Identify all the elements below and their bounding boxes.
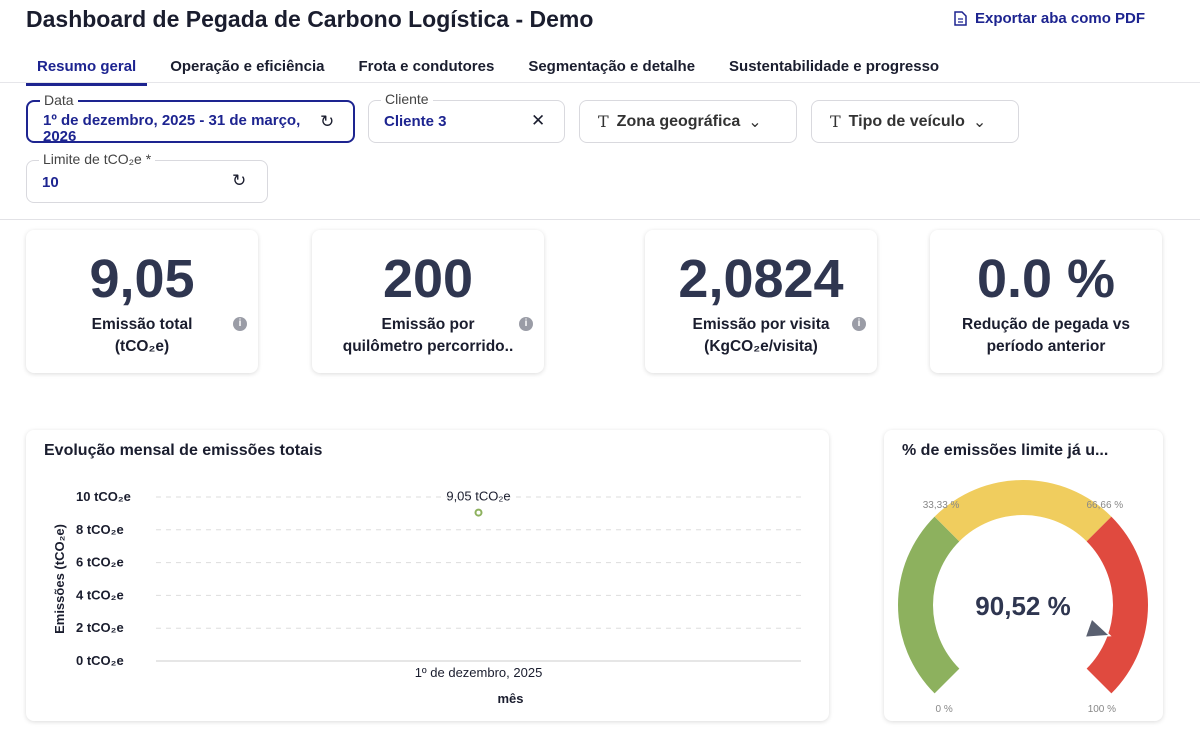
kpi-label: Emissão porquilômetro percorrido.. xyxy=(312,314,544,358)
export-label: Exportar aba como PDF xyxy=(975,10,1145,27)
info-icon[interactable]: i xyxy=(519,317,533,331)
limit-value: 10 xyxy=(42,175,59,191)
gauge-chart: 0 % 33,33 % 66,66 % 100 % 90,52 % xyxy=(884,430,1163,721)
y-tick-label: 8 tCO₂e xyxy=(76,522,124,537)
kpi-value: 2,0824 xyxy=(645,248,877,310)
y-tick-label: 6 tCO₂e xyxy=(76,555,124,570)
kpi-value: 200 xyxy=(312,248,544,310)
y-tick-label: 2 tCO₂e xyxy=(76,620,124,635)
reset-icon[interactable]: ↻ xyxy=(232,171,246,191)
kpi-value: 0.0 % xyxy=(930,248,1162,310)
chevron-down-icon: ⌄ xyxy=(973,112,986,132)
kpi-total-emission: 9,05 Emissão total(tCO₂e) i xyxy=(26,230,258,373)
zone-label: Zona geográfica xyxy=(617,113,741,131)
date-value: 1º de dezembro, 2025 - 31 de março,2026 xyxy=(43,113,300,145)
client-label: Cliente xyxy=(381,91,433,107)
monthly-emissions-card: Evolução mensal de emissões totais 0 tCO… xyxy=(26,430,829,721)
y-tick-label: 4 tCO₂e xyxy=(76,587,124,602)
limit-gauge-card: % de emissões limite já u... 0 %33,33 %6… xyxy=(884,430,1163,721)
gauge-value: 90,52 % xyxy=(975,591,1070,621)
gauge-tick-label: 66,66 % xyxy=(1086,500,1123,511)
vehicle-select[interactable]: T Tipo de veículo ⌄ xyxy=(811,100,1019,143)
gauge-tick-label: 100 % xyxy=(1088,704,1116,715)
kpi-value: 9,05 xyxy=(26,248,258,310)
x-axis-label: mês xyxy=(497,691,523,706)
clear-icon[interactable]: ✕ xyxy=(531,111,545,131)
x-tick-label: 1º de dezembro, 2025 xyxy=(415,665,543,680)
line-chart: 0 tCO₂e 2 tCO₂e 4 tCO₂e 6 tCO₂e 8 tCO₂e 10 tC… xyxy=(26,430,829,721)
vehicle-label: Tipo de veículo xyxy=(849,113,965,131)
data-label: 9,05 tCO₂e xyxy=(446,489,510,504)
section-divider xyxy=(0,219,1200,220)
client-field[interactable]: Cliente Cliente 3 ✕ xyxy=(368,100,565,143)
info-icon[interactable]: i xyxy=(852,317,866,331)
limit-label: Limite de tCO₂e * xyxy=(39,151,155,167)
gauge-band xyxy=(898,517,959,694)
reset-icon[interactable]: ↻ xyxy=(320,112,334,132)
page-title: Dashboard de Pegada de Carbono Logística… xyxy=(26,6,593,33)
chevron-down-icon: ⌄ xyxy=(748,112,761,132)
gauge-tick-label: 0 % xyxy=(936,704,953,715)
date-range-field[interactable]: Data 1º de dezembro, 2025 - 31 de março,… xyxy=(26,100,355,143)
gauge-band xyxy=(1087,517,1148,694)
date-label: Data xyxy=(40,92,78,108)
text-type-icon: T xyxy=(598,112,609,131)
y-tick-label: 0 tCO₂e xyxy=(76,653,124,668)
data-point xyxy=(476,510,482,516)
gauge-band xyxy=(935,480,1112,541)
kpi-emission-per-visit: 2,0824 Emissão por visita(KgCO₂e/visita)… xyxy=(645,230,877,373)
kpi-label: Emissão total(tCO₂e) xyxy=(26,314,258,358)
kpi-label: Emissão por visita(KgCO₂e/visita) xyxy=(645,314,877,358)
kpi-label: Redução de pegada vsperíodo anterior xyxy=(930,314,1162,358)
gauge-needle xyxy=(1085,619,1110,638)
kpi-footprint-reduction: 0.0 % Redução de pegada vsperíodo anteri… xyxy=(930,230,1162,373)
kpi-emission-per-km: 200 Emissão porquilômetro percorrido.. i xyxy=(312,230,544,373)
client-value: Cliente 3 xyxy=(384,114,447,130)
zone-select[interactable]: T Zona geográfica ⌄ xyxy=(579,100,797,143)
limit-field[interactable]: Limite de tCO₂e * 10 ↻ xyxy=(26,160,268,203)
y-axis-label: Emissões (tCO₂e) xyxy=(52,524,67,634)
pdf-file-icon xyxy=(954,11,967,26)
gauge-tick-label: 33,33 % xyxy=(923,500,960,511)
y-tick-label: 10 tCO₂e xyxy=(76,489,131,504)
export-pdf-button[interactable]: Exportar aba como PDF xyxy=(954,10,1145,27)
info-icon[interactable]: i xyxy=(233,317,247,331)
text-type-icon: T xyxy=(830,112,841,131)
tab-divider xyxy=(0,82,1200,83)
